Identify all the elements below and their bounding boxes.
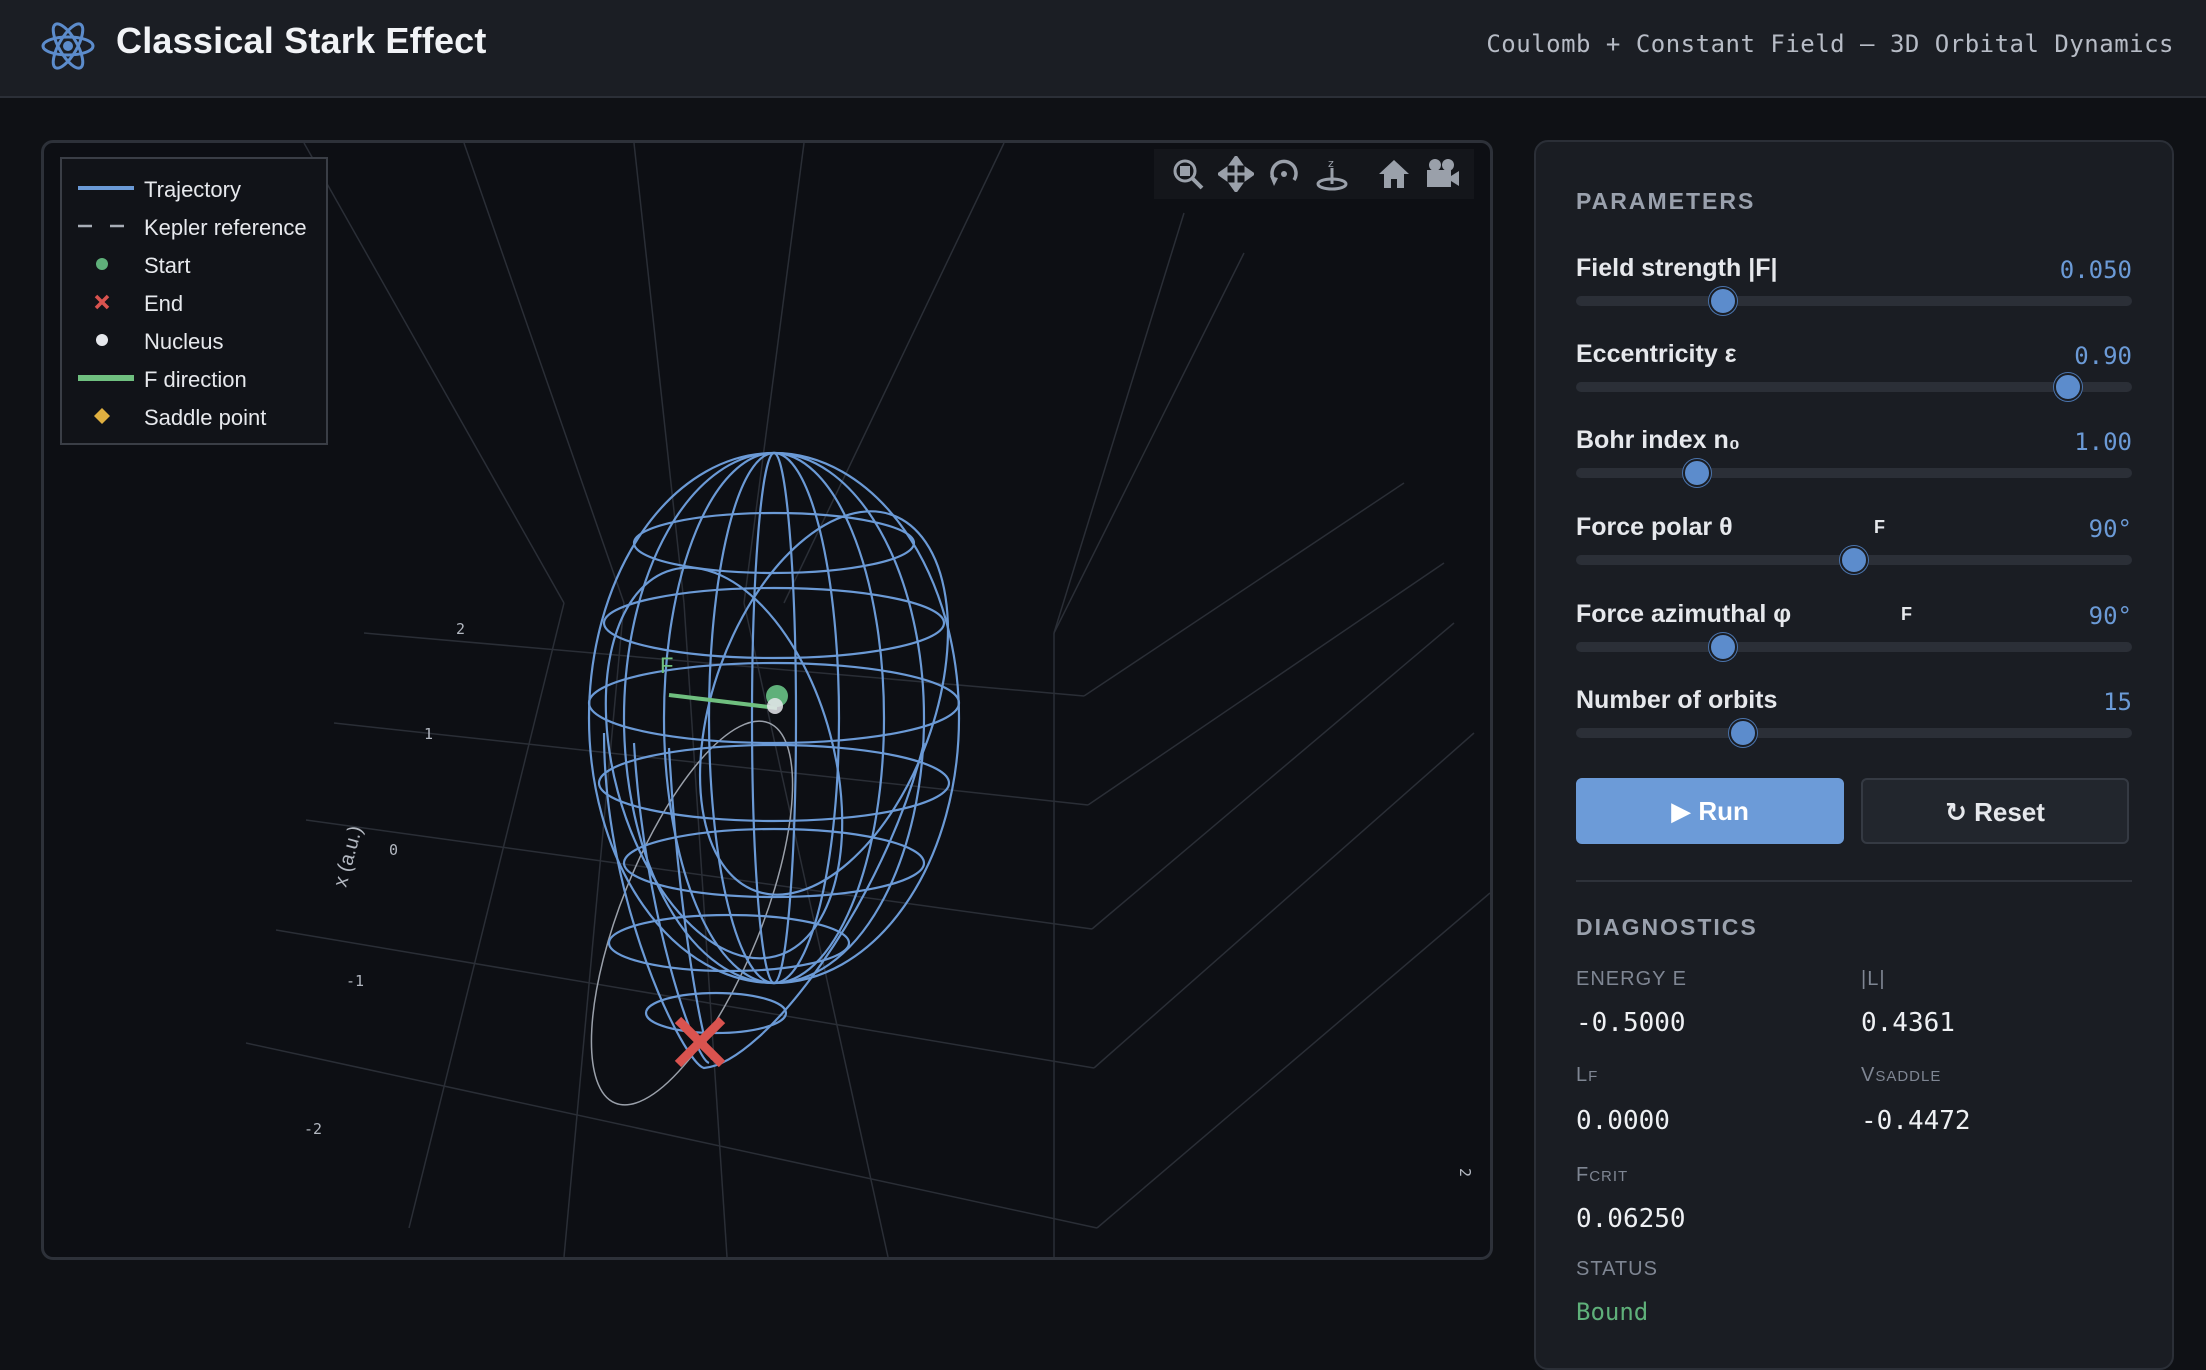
- nucleus-marker: [767, 698, 783, 714]
- turntable-rotation-icon[interactable]: z: [1314, 156, 1350, 192]
- force-marker: F: [1874, 517, 1885, 537]
- bohr-index-slider[interactable]: Bohr index n₀ 1.00: [1576, 426, 2132, 506]
- status-value: Bound: [1576, 1298, 1649, 1326]
- param-label: Number of orbits: [1576, 686, 1778, 714]
- orbit-rotation-icon[interactable]: [1266, 156, 1302, 192]
- axis-tick: 1: [424, 725, 433, 743]
- angular-momentum-label: |L|: [1861, 968, 1886, 990]
- legend-item[interactable]: Kepler reference: [62, 207, 326, 245]
- status-label: STATUS: [1576, 1258, 1658, 1280]
- vsaddle-value: -0.4472: [1861, 1106, 1971, 1136]
- force-azimuthal-slider[interactable]: Force azimuthal φ F 90°: [1576, 600, 2132, 680]
- number-of-orbits-slider[interactable]: Number of orbits 15: [1576, 686, 2132, 766]
- solid-line-icon: [78, 186, 134, 190]
- atom-icon: [41, 22, 95, 70]
- legend-label: Nucleus: [144, 329, 224, 354]
- legend-label: End: [144, 291, 184, 316]
- axis-tick: -1: [346, 972, 364, 990]
- legend-label: Trajectory: [144, 177, 241, 202]
- field-strength-slider[interactable]: Field strength |F| 0.050: [1576, 254, 2132, 334]
- slider-track[interactable]: [1576, 296, 2132, 306]
- x-mark-icon: [94, 294, 110, 310]
- thick-line-icon: [78, 375, 134, 381]
- slider-track[interactable]: [1576, 642, 2132, 652]
- lf-value: 0.0000: [1576, 1106, 1670, 1136]
- param-label: Force polar θ: [1576, 513, 1733, 541]
- param-label: Field strength |F|: [1576, 254, 1778, 282]
- param-label: Eccentricity ε: [1576, 340, 1737, 368]
- legend-label: F direction: [144, 367, 247, 392]
- legend-item[interactable]: Saddle point: [62, 397, 326, 435]
- dot-icon: [96, 258, 108, 270]
- plot-modebar: z: [1154, 149, 1474, 199]
- param-value: 1.00: [2074, 428, 2132, 456]
- force-marker: F: [1901, 604, 1912, 624]
- slider-thumb[interactable]: [1840, 546, 1868, 574]
- app-subtitle: Coulomb + Constant Field — 3D Orbital Dy…: [1486, 30, 2174, 58]
- param-label: Bohr index n₀: [1576, 426, 1741, 454]
- angular-momentum-value: 0.4361: [1861, 1008, 1955, 1038]
- plot-grid: [245, 143, 1490, 1257]
- param-value: 0.050: [2059, 256, 2132, 284]
- axis-tick: -2: [304, 1120, 322, 1138]
- slider-thumb[interactable]: [1709, 633, 1738, 661]
- f-direction-label: F: [660, 653, 673, 678]
- pan-icon[interactable]: [1218, 156, 1254, 192]
- app-header: Classical Stark Effect Coulomb + Constan…: [0, 0, 2206, 98]
- end-marker: [674, 1016, 726, 1068]
- fcrit-value: 0.06250: [1576, 1204, 1686, 1234]
- axis-tick: 0: [389, 841, 398, 859]
- app-title: Classical Stark Effect: [116, 20, 487, 61]
- axis-title: x (a.u.): [330, 823, 367, 889]
- reset-button[interactable]: ↻ Reset: [1861, 778, 2129, 844]
- slider-thumb[interactable]: [1683, 459, 1712, 487]
- param-value: 15: [2103, 688, 2132, 716]
- param-value: 90°: [2088, 515, 2132, 543]
- legend-label: Saddle point: [144, 405, 267, 430]
- plot-panel[interactable]: 2 1 0 -1 -2 2 x (a.u.) F Trajectory Kepl…: [41, 140, 1493, 1260]
- plot-legend: Trajectory Kepler reference Start End Nu…: [60, 157, 328, 445]
- legend-item[interactable]: Trajectory: [62, 169, 326, 207]
- slider-thumb[interactable]: [1728, 719, 1757, 747]
- home-icon[interactable]: [1376, 156, 1412, 192]
- section-divider: [1576, 880, 2132, 882]
- diagnostics-heading: DIAGNOSTICS: [1576, 914, 1758, 940]
- f-direction-arrow: [668, 693, 778, 710]
- param-value: 90°: [2088, 602, 2132, 630]
- slider-thumb[interactable]: [2054, 373, 2083, 401]
- slider-thumb[interactable]: [1709, 287, 1738, 315]
- dashed-line-icon: [78, 224, 134, 228]
- slider-track[interactable]: [1576, 728, 2132, 738]
- fcrit-label: FCRIT: [1576, 1164, 1629, 1186]
- eccentricity-slider[interactable]: Eccentricity ε 0.90: [1576, 340, 2132, 420]
- legend-item[interactable]: End: [62, 283, 326, 321]
- legend-item[interactable]: Nucleus: [62, 321, 326, 359]
- legend-item[interactable]: F direction: [62, 359, 326, 397]
- parameters-heading: PARAMETERS: [1576, 188, 1756, 214]
- lf-label: LF: [1576, 1064, 1599, 1086]
- axis-tick: 2: [456, 620, 465, 638]
- slider-track[interactable]: [1576, 382, 2132, 392]
- param-label: Force azimuthal φ: [1576, 600, 1792, 628]
- energy-value: -0.5000: [1576, 1008, 1686, 1038]
- zoom-icon[interactable]: [1170, 156, 1206, 192]
- vsaddle-label: VSADDLE: [1861, 1064, 1942, 1086]
- dot-icon: [96, 334, 108, 346]
- energy-label: ENERGY E: [1576, 968, 1687, 990]
- axis-tick: 2: [1456, 1168, 1474, 1177]
- force-polar-slider[interactable]: Force polar θ F 90°: [1576, 513, 2132, 593]
- legend-label: Start: [144, 253, 191, 278]
- legend-item[interactable]: Start: [62, 245, 326, 283]
- diamond-icon: [94, 408, 110, 424]
- slider-track[interactable]: [1576, 468, 2132, 478]
- run-button[interactable]: ▶ Run: [1576, 778, 1844, 844]
- legend-label: Kepler reference: [144, 215, 307, 240]
- control-panel: PARAMETERS Field strength |F| 0.050 Ecce…: [1534, 140, 2174, 1370]
- param-value: 0.90: [2074, 342, 2132, 370]
- trajectory: [587, 451, 961, 1070]
- camera-icon[interactable]: [1424, 156, 1460, 192]
